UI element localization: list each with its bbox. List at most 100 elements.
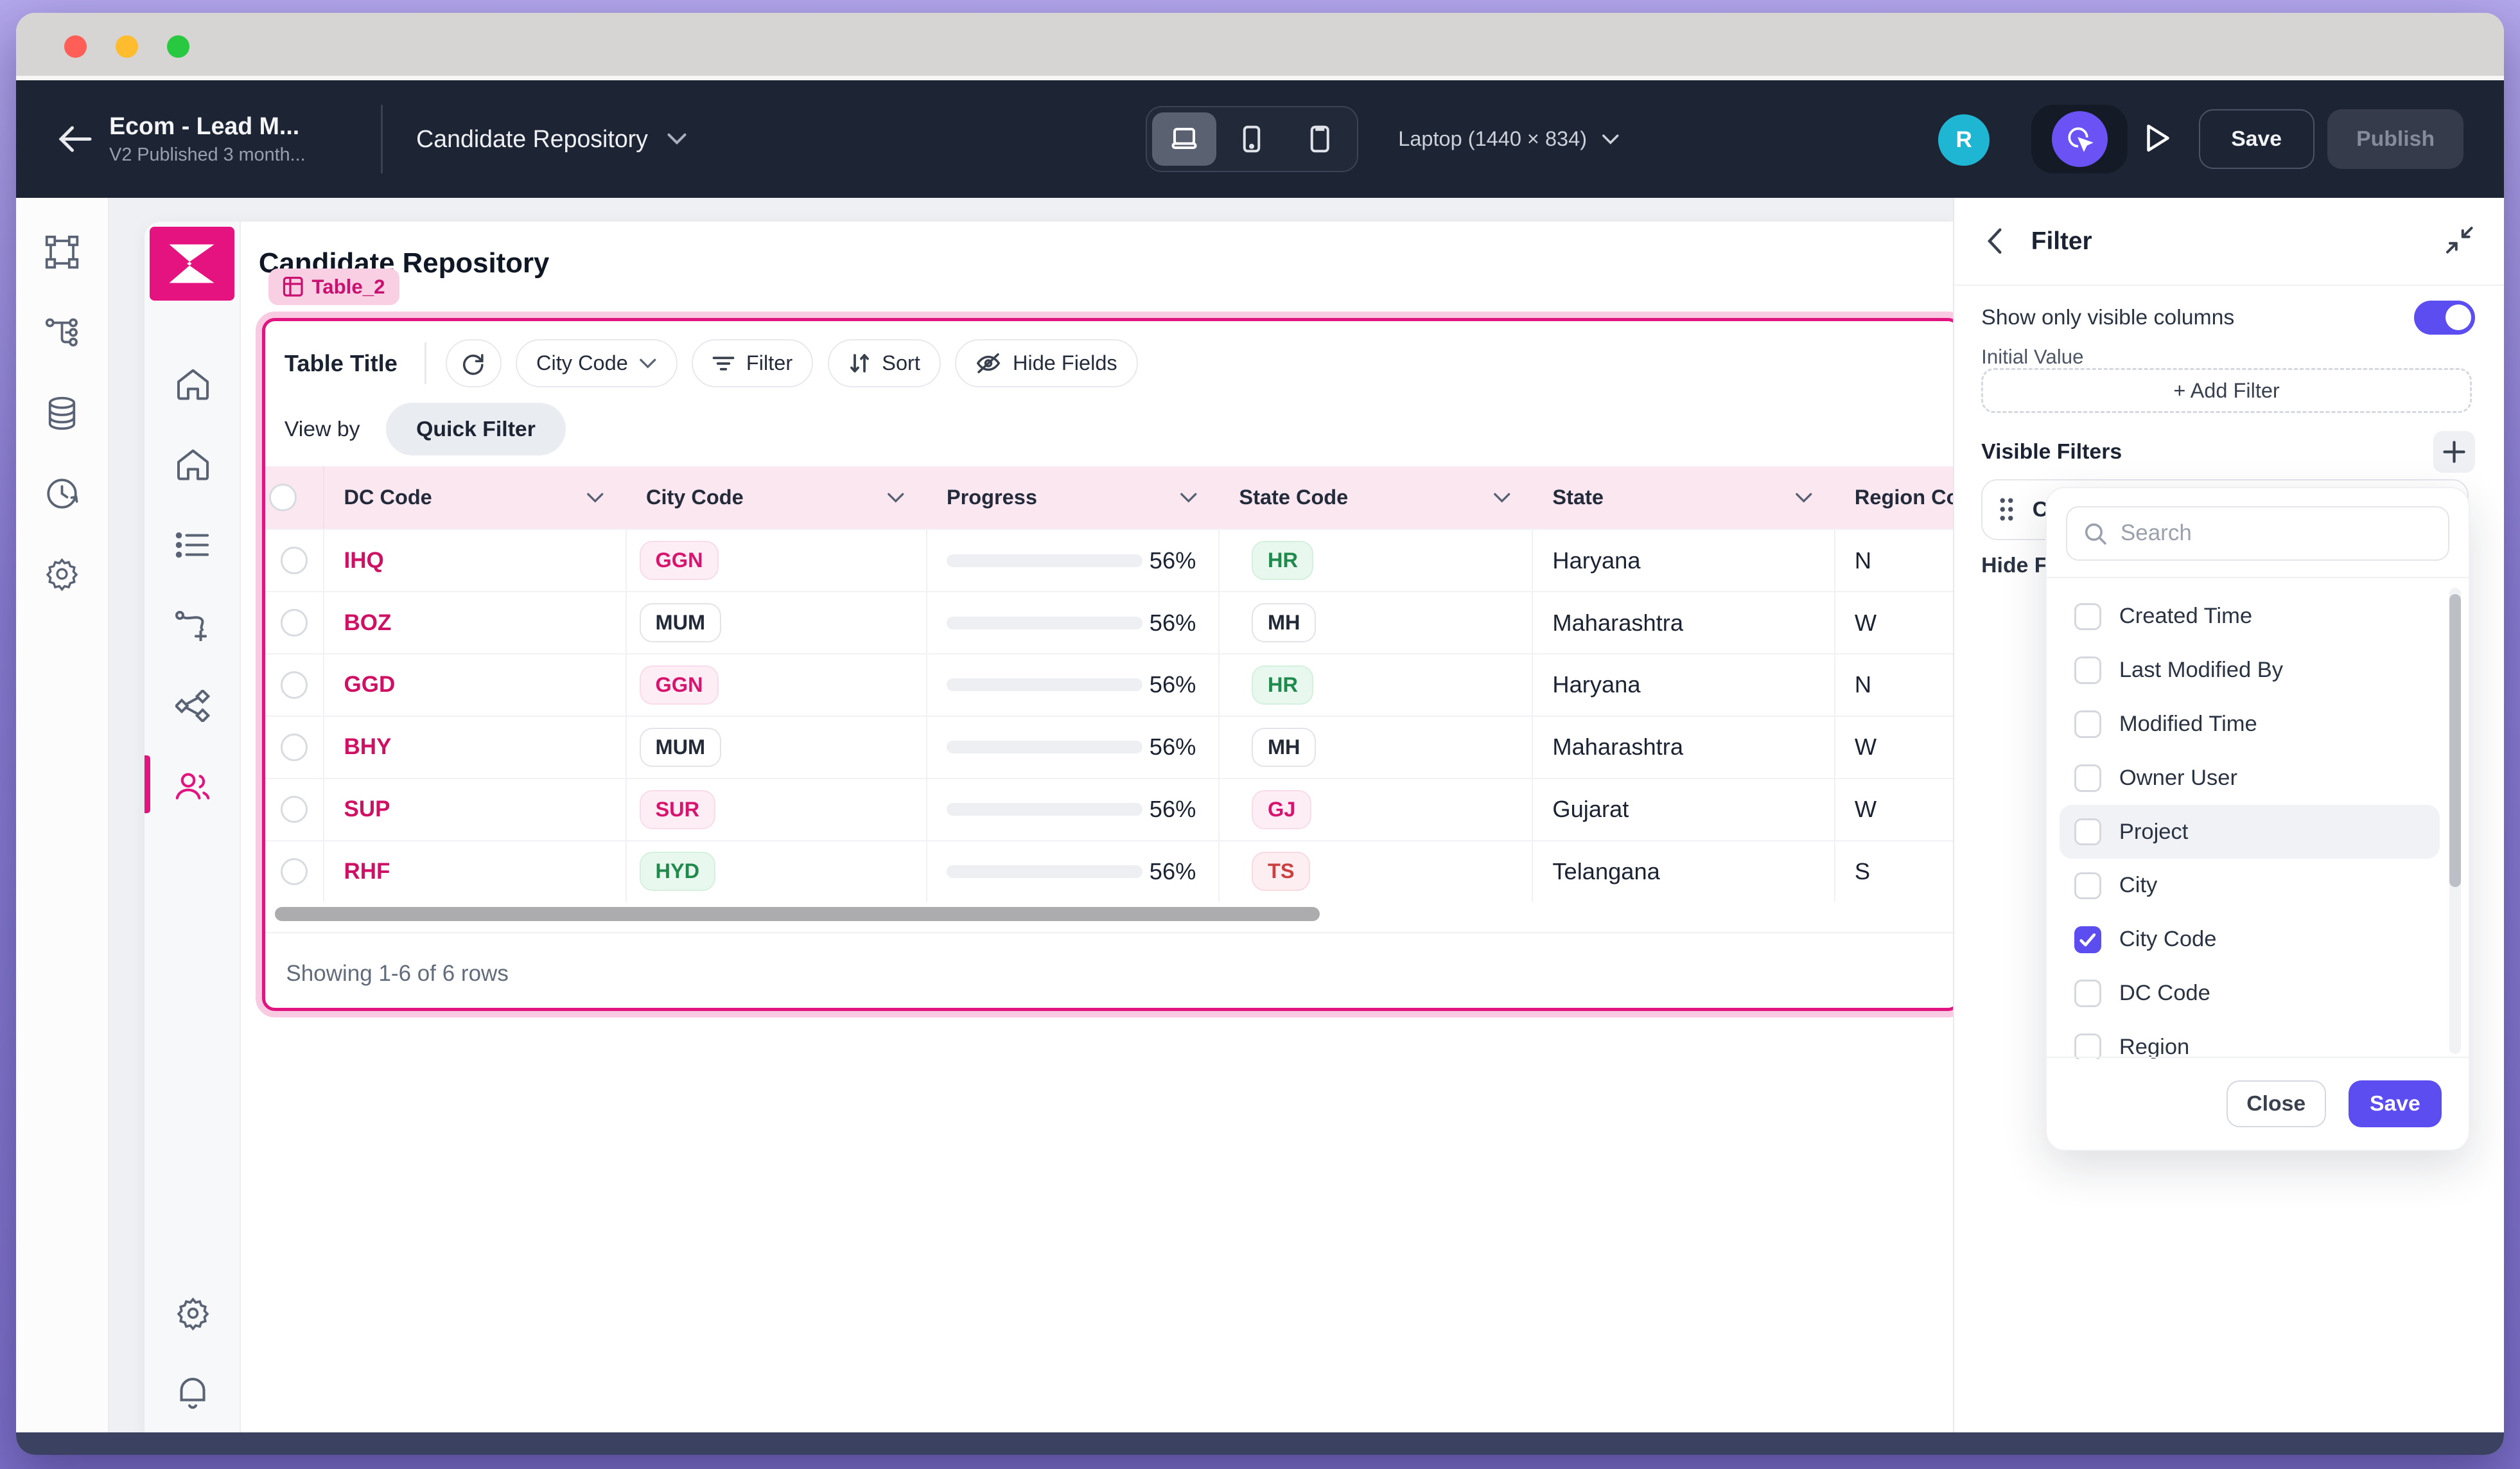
app-logo[interactable] [150,227,235,301]
region-cell[interactable]: N [1835,530,1953,591]
state-code-cell[interactable]: TS [1220,841,1533,902]
column-header-state-code[interactable]: State Code [1220,466,1533,529]
dc-code-cell[interactable]: RHF [324,841,626,902]
column-select-dropdown[interactable]: City Code [516,339,678,387]
row-radio[interactable] [281,609,308,637]
city-code-cell[interactable]: MUM [627,717,927,778]
column-option-city-code[interactable]: City Code [2060,913,2440,967]
device-laptop-button[interactable] [1152,112,1216,166]
back-button[interactable] [58,80,93,198]
add-visible-filter-button[interactable] [2433,431,2475,473]
widget-tag[interactable]: Table_2 [268,268,399,306]
dc-code-cell[interactable]: BOZ [324,592,626,653]
state-code-cell[interactable]: MH [1220,717,1533,778]
option-checkbox[interactable] [2074,1034,2102,1059]
state-code-cell[interactable]: HR [1220,530,1533,591]
progress-cell[interactable]: 56% [927,592,1220,653]
visible-columns-toggle[interactable] [2414,301,2475,335]
column-header-progress[interactable]: Progress [927,466,1220,529]
region-cell[interactable]: W [1835,592,1953,653]
region-cell[interactable]: W [1835,717,1953,778]
column-header-dc-code[interactable]: DC Code [324,466,626,529]
page-selector-dropdown[interactable]: Candidate Repository [416,80,687,198]
row-radio[interactable] [281,858,308,886]
sidebar-item-list[interactable] [173,525,212,564]
state-cell[interactable]: Haryana [1533,655,1835,716]
option-checkbox[interactable] [2074,872,2102,900]
row-select-cell[interactable] [265,530,325,591]
column-option-project[interactable]: Project [2060,805,2440,859]
state-code-cell[interactable]: GJ [1220,779,1533,840]
region-cell[interactable]: W [1835,779,1953,840]
popover-save-button[interactable]: Save [2349,1080,2442,1127]
row-select-cell[interactable] [265,717,325,778]
state-cell[interactable]: Telangana [1533,841,1835,902]
option-checkbox[interactable] [2074,980,2102,1007]
close-window-button[interactable] [64,35,87,58]
option-checkbox[interactable] [2074,764,2102,792]
rail-item-canvas[interactable] [27,217,98,288]
option-checkbox[interactable] [2074,818,2102,846]
search-input[interactable] [2121,520,2433,546]
table-row[interactable]: GGDGGN56%HRHaryanaN [265,653,1953,716]
sort-button[interactable]: Sort [828,339,941,387]
publish-button[interactable]: Publish [2327,109,2464,169]
row-radio[interactable] [281,671,308,699]
table-row[interactable]: BOZMUM56%MHMaharashtraW [265,591,1953,653]
table-widget[interactable]: Table Title City Code Filter [262,318,1953,1011]
sidebar-item-notifications[interactable] [173,1375,212,1413]
state-cell[interactable]: Gujarat [1533,779,1835,840]
back-chevron-button[interactable] [1986,227,2002,255]
column-option-modified-time[interactable]: Modified Time [2060,698,2440,752]
column-option-dc-code[interactable]: DC Code [2060,967,2440,1021]
hide-fields-button[interactable]: Hide Fields [955,339,1137,387]
progress-cell[interactable]: 56% [927,655,1220,716]
state-code-cell[interactable]: HR [1220,655,1533,716]
select-all-checkbox[interactable] [265,466,325,529]
sidebar-item-route-add[interactable] [173,606,212,644]
quick-filter-pill[interactable]: Quick Filter [386,403,566,456]
select-all-circle[interactable] [269,484,297,511]
sidebar-item-home-2[interactable] [173,445,212,484]
rail-item-settings[interactable] [27,538,98,609]
column-option-created-time[interactable]: Created Time [2060,590,2440,644]
city-code-cell[interactable]: GGN [627,530,927,591]
app-title-block[interactable]: Ecom - Lead M... V2 Published 3 month... [109,80,305,198]
column-option-city[interactable]: City [2060,859,2440,913]
row-radio[interactable] [281,547,308,574]
search-field[interactable] [2066,506,2449,561]
state-cell[interactable]: Haryana [1533,530,1835,591]
rail-item-datasources[interactable] [27,378,98,448]
row-select-cell[interactable] [265,779,325,840]
device-tablet-button[interactable] [1288,112,1352,166]
progress-cell[interactable]: 56% [927,717,1220,778]
refresh-button[interactable] [446,339,502,387]
table-row[interactable]: BHYMUM56%MHMaharashtraW [265,716,1953,778]
sidebar-item-settings[interactable] [173,1294,212,1333]
option-checkbox[interactable] [2074,656,2102,684]
pointer-mode-button[interactable] [2052,111,2108,168]
rail-item-workflows[interactable] [27,297,98,368]
dc-code-cell[interactable]: SUP [324,779,626,840]
row-select-cell[interactable] [265,655,325,716]
city-code-cell[interactable]: MUM [627,592,927,653]
option-checkbox[interactable] [2074,926,2102,954]
sidebar-item-share[interactable] [173,687,212,725]
sidebar-item-candidates-active[interactable] [173,767,212,805]
preview-play-button[interactable] [2144,122,2173,154]
progress-cell[interactable]: 56% [927,841,1220,902]
collapse-panel-button[interactable] [2444,225,2475,256]
progress-cell[interactable]: 56% [927,779,1220,840]
add-filter-button[interactable]: + Add Filter [1981,368,2472,413]
option-checkbox[interactable] [2074,603,2102,631]
zoom-window-button[interactable] [167,35,189,58]
state-cell[interactable]: Maharashtra [1533,592,1835,653]
minimize-window-button[interactable] [116,35,138,58]
rail-item-history[interactable] [27,458,98,529]
column-header-city-code[interactable]: City Code [627,466,927,529]
city-code-cell[interactable]: HYD [627,841,927,902]
save-button[interactable]: Save [2199,109,2314,169]
state-code-cell[interactable]: MH [1220,592,1533,653]
dc-code-cell[interactable]: GGD [324,655,626,716]
region-cell[interactable]: S [1835,841,1953,902]
